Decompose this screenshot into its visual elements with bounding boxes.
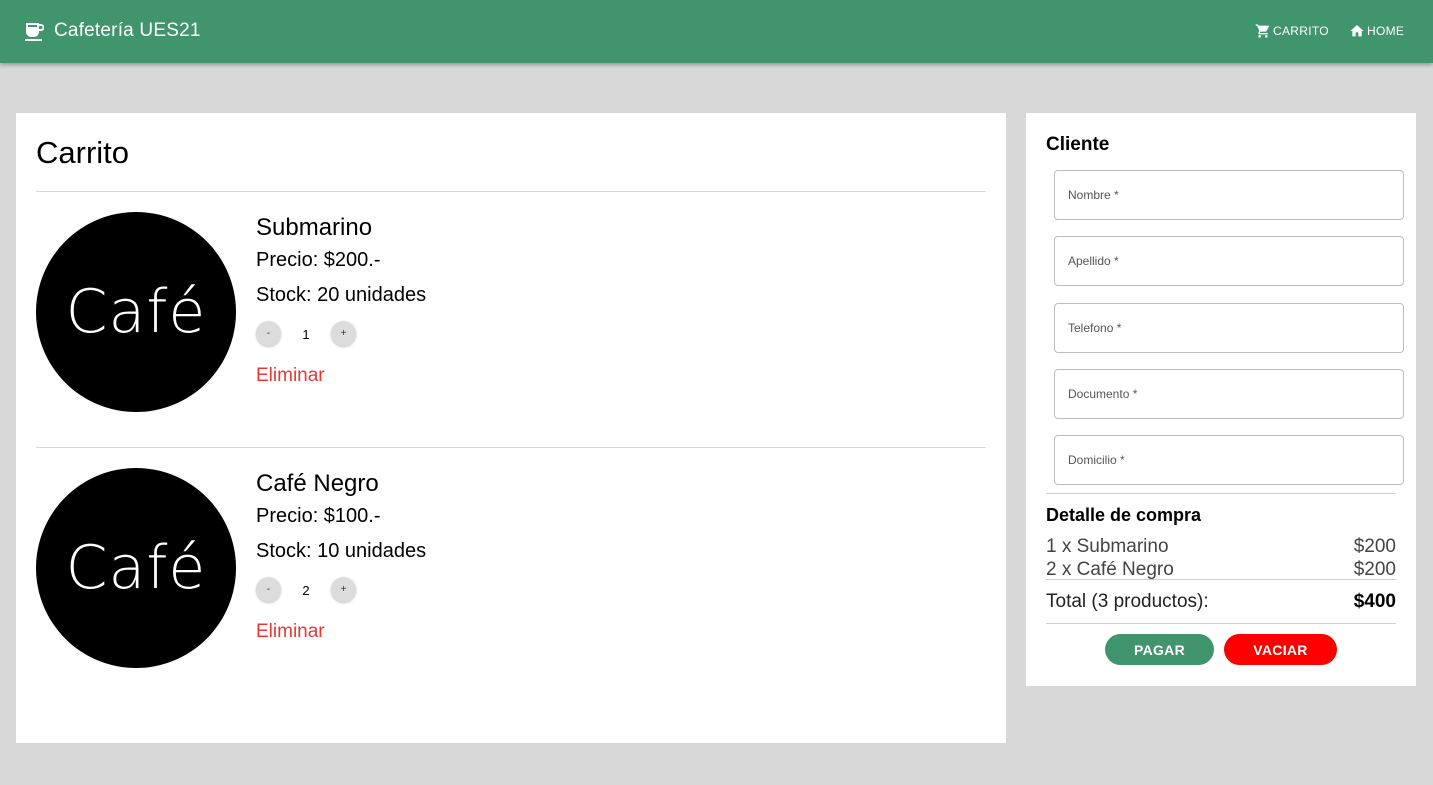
cart-item: Café Café Negro Precio: $100.- Stock: 10… [36,468,986,668]
cart-panel: Carrito Café Submarino Precio: $200.- St… [16,113,1006,743]
purchase-line-amount: $200 [1353,536,1396,557]
purchase-line-amount: $200 [1353,559,1396,580]
nav-cart-button[interactable]: CARRITO [1255,22,1329,40]
divider [1046,579,1396,580]
divider [36,447,986,448]
app-bar: Cafetería UES21 CARRITO HOME [0,0,1433,63]
product-name: Café Negro [256,470,379,497]
domicilio-field [1054,435,1404,485]
page-title: Carrito [36,135,130,170]
nav-home-button[interactable]: HOME [1349,22,1404,40]
documento-input[interactable] [1055,370,1403,418]
telefono-input[interactable] [1055,304,1403,352]
product-stock: Stock: 10 unidades [256,540,427,562]
divider [1046,623,1396,624]
nav-cart-label: CARRITO [1273,24,1329,38]
decrease-quantity-button[interactable]: - [256,321,281,346]
divider [1046,493,1396,494]
pay-button[interactable]: PAGAR [1105,634,1214,665]
remove-item-link[interactable]: Eliminar [256,621,325,643]
empty-cart-button[interactable]: VACIAR [1224,634,1337,665]
purchase-line-desc: 1 x Submarino [1046,536,1169,557]
product-price: Precio: $100.- [256,505,381,527]
client-title: Cliente [1046,134,1110,155]
nombre-field [1054,170,1404,220]
app-title: Cafetería UES21 [54,20,201,41]
product-image: Café [36,468,236,668]
product-price: Precio: $200.- [256,249,381,271]
documento-field [1054,369,1404,419]
quantity-value: 2 [302,583,310,598]
product-name: Submarino [256,214,373,241]
client-panel: Cliente Detalle de compra 1 x Submarino … [1026,113,1416,686]
increase-quantity-button[interactable]: + [331,577,356,602]
telefono-field [1054,303,1404,353]
decrease-quantity-button[interactable]: - [256,577,281,602]
shopping-cart-icon [1255,24,1270,38]
purchase-detail-title: Detalle de compra [1046,505,1202,525]
apellido-input[interactable] [1055,237,1403,285]
domicilio-input[interactable] [1055,436,1403,484]
coffee-cup-icon [25,23,44,41]
nombre-input[interactable] [1055,171,1403,219]
total-amount: $400 [1353,591,1396,612]
product-image: Café [36,212,236,412]
cart-item: Café Submarino Precio: $200.- Stock: 20 … [36,212,986,412]
nav-home-label: HOME [1367,24,1405,38]
total-label: Total (3 productos): [1046,591,1209,612]
remove-item-link[interactable]: Eliminar [256,365,325,387]
increase-quantity-button[interactable]: + [331,321,356,346]
apellido-field [1054,236,1404,286]
quantity-value: 1 [302,327,310,342]
divider [36,191,986,192]
purchase-line-desc: 2 x Café Negro [1046,559,1174,580]
home-icon [1350,25,1364,37]
product-stock: Stock: 20 unidades [256,284,427,306]
brand[interactable]: Cafetería UES21 [24,20,201,42]
